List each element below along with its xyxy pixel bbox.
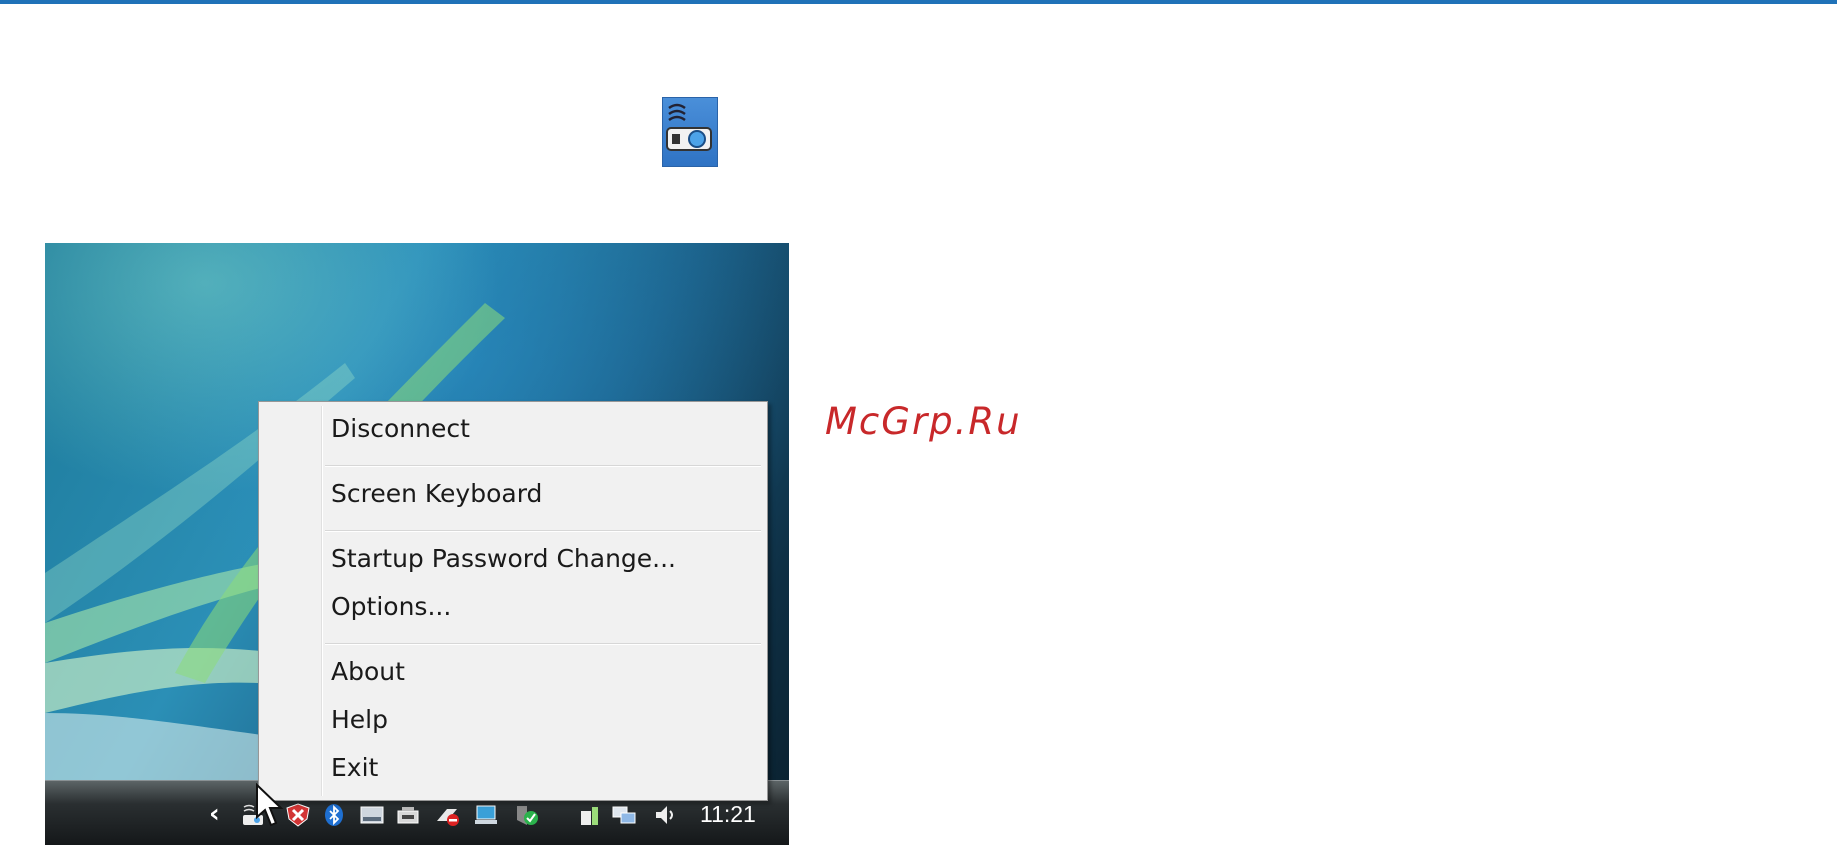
menu-separator xyxy=(325,465,761,467)
network-connection-icon[interactable] xyxy=(473,803,499,827)
desktop-screenshot: ‹ 11:21 Disconnect Screen Keyboard Start… xyxy=(45,243,789,845)
top-accent-rule xyxy=(0,0,1837,4)
show-hidden-icons-chevron[interactable]: ‹ xyxy=(209,801,229,827)
menu-item-help[interactable]: Help xyxy=(331,700,751,740)
menu-icon-gutter xyxy=(321,406,323,796)
network-icon[interactable] xyxy=(611,803,637,827)
security-alert-icon[interactable] xyxy=(285,803,311,827)
menu-separator xyxy=(325,643,761,645)
mouse-cursor-icon xyxy=(256,783,284,827)
display-icon[interactable] xyxy=(359,803,385,827)
bluetooth-icon[interactable] xyxy=(321,803,347,827)
watermark: McGrp.Ru xyxy=(825,400,1022,443)
safely-remove-icon[interactable] xyxy=(435,803,461,827)
menu-item-disconnect[interactable]: Disconnect xyxy=(331,409,751,449)
context-menu: Disconnect Screen Keyboard Startup Passw… xyxy=(258,401,768,801)
volume-icon[interactable] xyxy=(653,803,679,827)
menu-item-startup-password-change[interactable]: Startup Password Change... xyxy=(331,539,751,579)
power-icon[interactable] xyxy=(577,803,603,827)
menu-separator xyxy=(325,530,761,532)
menu-item-exit[interactable]: Exit xyxy=(331,748,751,788)
menu-item-about[interactable]: About xyxy=(331,652,751,692)
menu-item-options[interactable]: Options... xyxy=(331,587,751,627)
menu-item-screen-keyboard[interactable]: Screen Keyboard xyxy=(331,474,751,514)
taskbar-clock[interactable]: 11:21 xyxy=(700,801,756,828)
device-icon[interactable] xyxy=(395,803,421,827)
projector-network-icon xyxy=(662,97,718,167)
security-shield-icon[interactable] xyxy=(513,803,539,827)
